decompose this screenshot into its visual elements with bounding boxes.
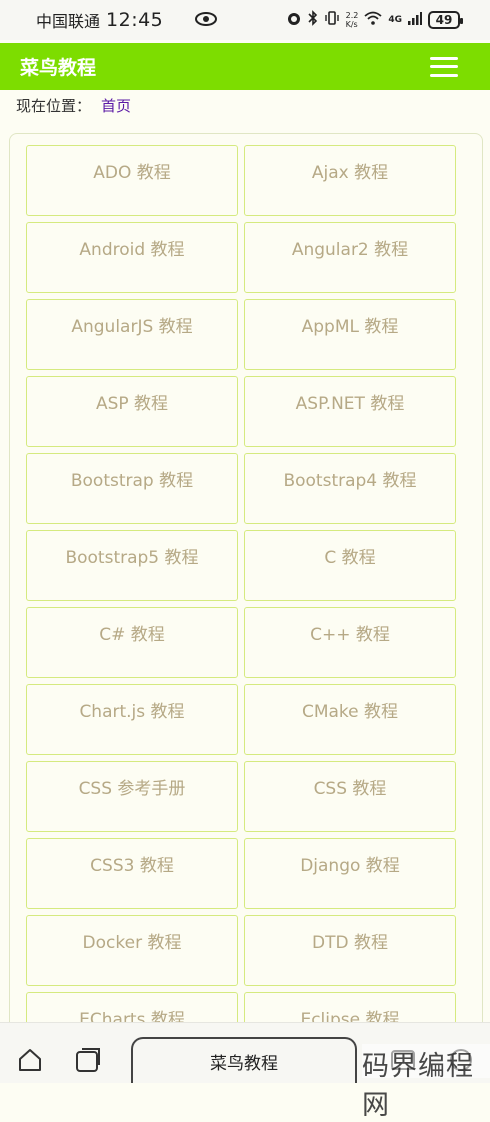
alarm-icon: [286, 10, 302, 30]
tutorial-card[interactable]: C 教程: [244, 530, 456, 601]
site-header: 菜鸟教程: [0, 43, 490, 90]
tutorial-card[interactable]: Android 教程: [26, 222, 238, 293]
tutorial-card[interactable]: Docker 教程: [26, 915, 238, 986]
tutorial-card[interactable]: Angular2 教程: [244, 222, 456, 293]
hamburger-menu-icon[interactable]: [430, 56, 458, 77]
net-speed: 2.2 K/s: [346, 11, 359, 29]
eye-icon: [195, 10, 218, 31]
net-speed-unit: K/s: [345, 20, 358, 29]
battery-indicator: 49: [428, 11, 463, 29]
tutorial-card[interactable]: CSS 教程: [244, 761, 456, 832]
home-icon[interactable]: [17, 1048, 43, 1072]
tutorial-card[interactable]: ASP.NET 教程: [244, 376, 456, 447]
menu-line: [430, 65, 458, 68]
tutorial-card[interactable]: Chart.js 教程: [26, 684, 238, 755]
tutorial-card[interactable]: CSS3 教程: [26, 838, 238, 909]
tutorial-card[interactable]: DTD 教程: [244, 915, 456, 986]
tutorial-card[interactable]: CSS 参考手册: [26, 761, 238, 832]
wifi-icon: [364, 11, 382, 29]
status-right: 2.2 K/s 4G 49: [286, 10, 463, 30]
tabs-icon[interactable]: [75, 1048, 101, 1072]
carrier-label: 中国联通: [36, 12, 101, 31]
breadcrumb-label: 现在位置：: [16, 96, 92, 115]
tutorial-card[interactable]: Bootstrap 教程: [26, 453, 238, 524]
tutorial-card[interactable]: ADO 教程: [26, 145, 238, 216]
clock: 12:45: [106, 9, 164, 31]
vibrate-icon: [324, 11, 340, 29]
watermark: 码界编程网: [362, 1044, 490, 1121]
tutorial-grid: ADO 教程 Ajax 教程 Android 教程 Angular2 教程 An…: [26, 145, 456, 1063]
bluetooth-icon: [308, 10, 318, 30]
tutorial-card[interactable]: CMake 教程: [244, 684, 456, 755]
status-bar: 中国联通 12:45 2.2 K/s 4G 49: [0, 0, 490, 40]
tutorial-card[interactable]: Bootstrap4 教程: [244, 453, 456, 524]
tutorial-card[interactable]: Django 教程: [244, 838, 456, 909]
tutorial-panel: ADO 教程 Ajax 教程 Android 教程 Angular2 教程 An…: [9, 133, 483, 1073]
breadcrumb-home-link[interactable]: 首页: [101, 95, 131, 116]
tutorial-card[interactable]: C# 教程: [26, 607, 238, 678]
status-left: 中国联通 12:45: [36, 8, 218, 32]
tutorial-card[interactable]: ASP 教程: [26, 376, 238, 447]
address-bar[interactable]: 菜鸟教程: [131, 1037, 357, 1083]
site-title[interactable]: 菜鸟教程: [20, 53, 96, 80]
tutorial-card[interactable]: Bootstrap5 教程: [26, 530, 238, 601]
breadcrumb: 现在位置： 首页: [16, 94, 131, 116]
tutorial-card[interactable]: C++ 教程: [244, 607, 456, 678]
tutorial-card[interactable]: AngularJS 教程: [26, 299, 238, 370]
net-speed-value: 2.2: [345, 11, 359, 20]
signal-icon: [408, 11, 422, 29]
tutorial-card[interactable]: Ajax 教程: [244, 145, 456, 216]
menu-line: [430, 73, 458, 77]
signal-label: 4G: [388, 15, 402, 25]
menu-line: [430, 56, 458, 60]
tutorial-card[interactable]: AppML 教程: [244, 299, 456, 370]
